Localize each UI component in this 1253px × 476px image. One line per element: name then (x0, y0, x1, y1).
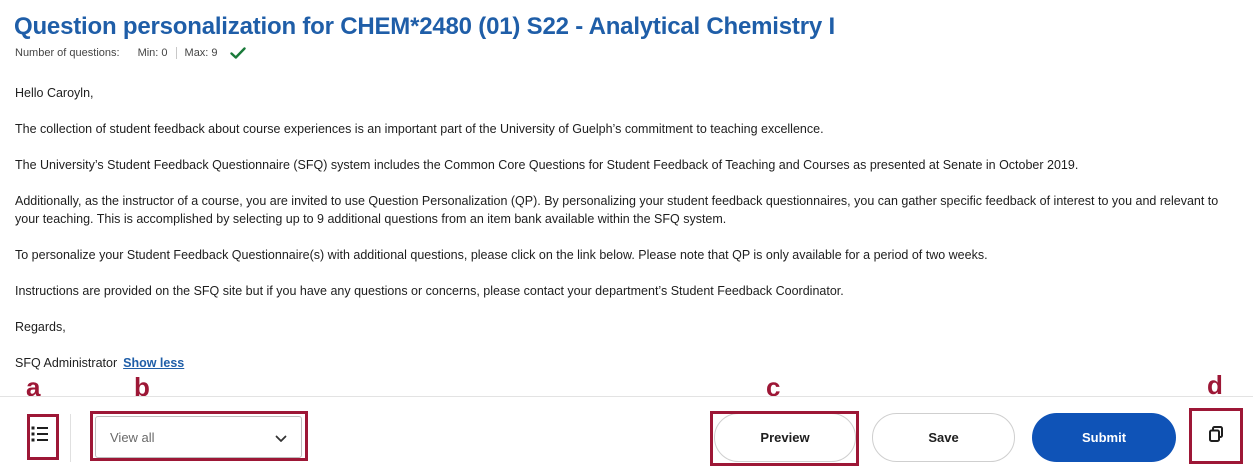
footer-divider (0, 396, 1253, 397)
highlight-box-d (1189, 408, 1243, 464)
question-count-row: Number of questions: Min: 0 Max: 9 (15, 44, 246, 62)
highlight-box-b (90, 411, 308, 461)
checkmark-icon (229, 47, 246, 59)
submit-button[interactable]: Submit (1032, 413, 1176, 462)
closing-text: Regards, (15, 320, 66, 334)
footer-vertical-divider (70, 414, 71, 462)
message-paragraph-5: Instructions are provided on the SFQ sit… (15, 284, 844, 298)
greeting-text: Hello Caroyln, (15, 86, 94, 100)
highlight-box-c (710, 411, 859, 466)
max-count: Max: 9 (184, 47, 218, 59)
page-title: Question personalization for CHEM*2480 (… (14, 13, 835, 40)
signature-text: SFQ Administrator (15, 356, 118, 370)
signature-line: SFQ Administrator Show less (15, 354, 1240, 372)
message-paragraph-3: Additionally, as the instructor of a cou… (15, 194, 1219, 226)
message-paragraph-1: The collection of student feedback about… (15, 122, 824, 136)
min-count: Min: 0 (138, 47, 177, 59)
annotation-label-d: d (1207, 370, 1223, 400)
highlight-box-a (27, 414, 59, 460)
save-button[interactable]: Save (872, 413, 1015, 462)
message-paragraph-2: The University’s Student Feedback Questi… (15, 158, 1079, 172)
message-paragraph-4: To personalize your Student Feedback Que… (15, 248, 988, 262)
show-less-link[interactable]: Show less (123, 356, 184, 370)
num-questions-label: Number of questions: (15, 47, 120, 59)
